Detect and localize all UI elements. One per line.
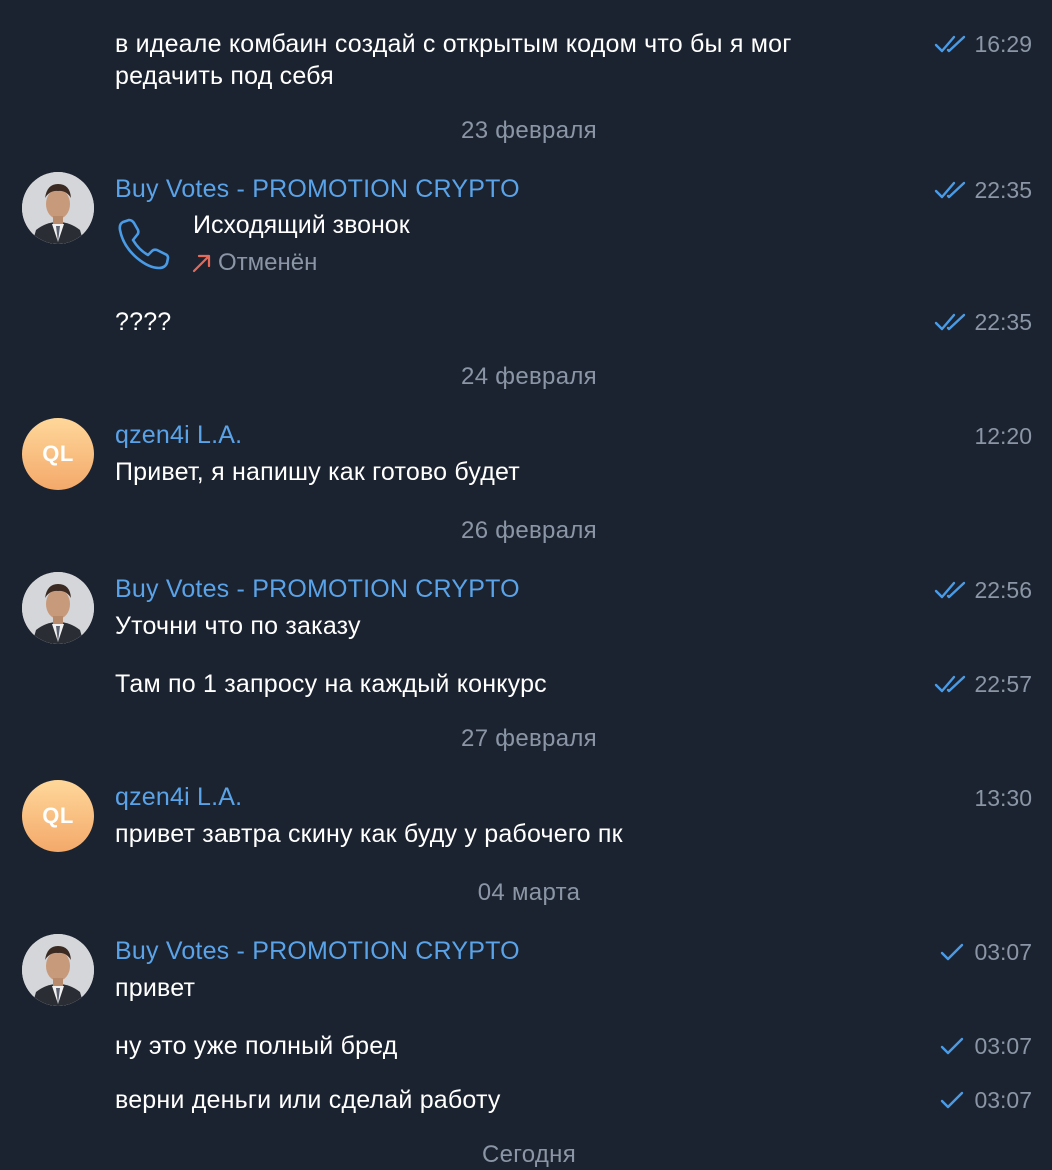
message-time: 22:56 [934,575,1032,605]
date-separator: 26 февраля [461,517,597,544]
single-check-icon [941,943,964,961]
message-time: 22:35 [934,175,1032,205]
call-title: Исходящий звонок [193,211,410,239]
message-time: 22:35 [934,307,1032,337]
avatar-initials: QL [42,803,74,828]
avatar[interactable] [22,572,94,644]
double-check-icon [935,675,966,693]
double-check-icon [935,35,966,53]
double-check-icon [935,181,966,199]
avatar-photo-icon [22,934,94,1006]
message-text: Привет, я напишу как готово будет [115,458,520,486]
message-time: 16:29 [934,29,1032,59]
outgoing-arrow-icon [192,254,211,273]
sender-name[interactable]: qzen4i L.A. [115,782,242,812]
message-time: 03:07 [934,1031,1032,1061]
single-check-icon [941,1037,964,1055]
call-status: Отменён [190,248,317,278]
avatar-photo-icon [22,572,94,644]
double-check-icon [935,313,966,331]
date-separator: 27 февраля [461,725,597,752]
avatar[interactable] [22,934,94,1006]
message-time: 22:57 [934,669,1032,699]
sender-name[interactable]: Buy Votes - PROMOTION CRYPTO [115,174,520,204]
avatar-initials: QL [42,441,74,466]
message-text: в идеале комбаин создай с открытым кодом… [115,30,792,90]
chat-history: в идеале комбаин создай с открытым кодом… [0,0,1052,1170]
sender-name[interactable]: Buy Votes - PROMOTION CRYPTO [115,574,520,604]
avatar-photo-icon [22,172,94,244]
date-separator: 23 февраля [461,117,597,144]
avatar[interactable]: QL [22,418,94,490]
double-check-icon [935,581,966,599]
message-text: привет [115,974,196,1002]
message-text: привет завтра скину как буду у рабочего … [115,820,623,848]
message-text: ну это уже полный бред [115,1032,398,1060]
message-text: Там по 1 запросу на каждый конкурс [115,670,547,698]
message-time: 12:20 [974,423,1032,449]
message-text: верни деньги или сделай работу [115,1086,501,1114]
message-time: 03:07 [934,937,1032,967]
message-text: Уточни что по заказу [115,612,361,640]
partial-message-top [115,0,515,2]
message-text: ???? [115,308,172,336]
phone-icon[interactable] [115,216,171,272]
message-time: 03:07 [934,1085,1032,1115]
date-separator: 04 марта [477,879,581,906]
sender-name[interactable]: qzen4i L.A. [115,420,242,450]
date-separator: 24 февраля [461,363,597,390]
sender-name[interactable]: Buy Votes - PROMOTION CRYPTO [115,936,520,966]
single-check-icon [941,1091,964,1109]
avatar[interactable]: QL [22,780,94,852]
message-time: 13:30 [974,785,1032,811]
avatar[interactable] [22,172,94,244]
date-separator: Сегодня [481,1141,577,1168]
